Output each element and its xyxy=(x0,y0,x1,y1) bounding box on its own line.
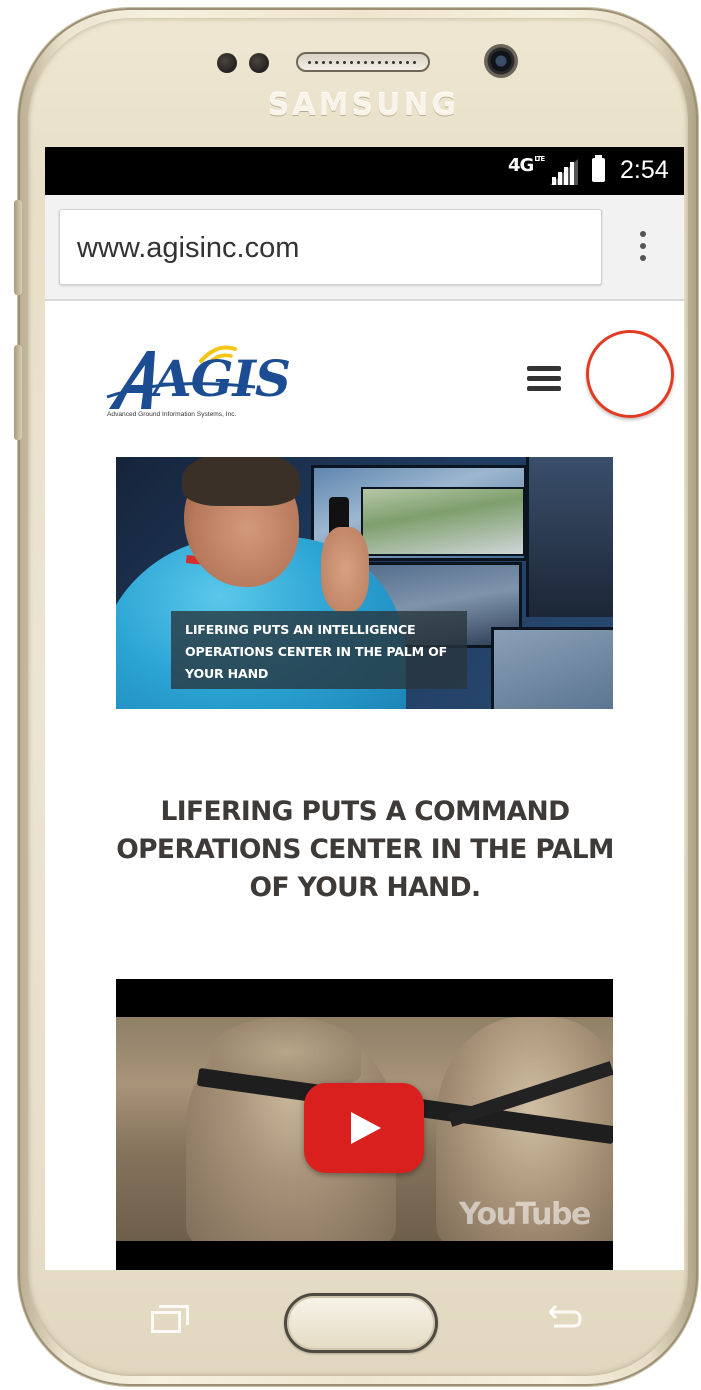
network-type: 4G xyxy=(508,155,534,176)
hamburger-menu-icon[interactable] xyxy=(527,366,561,392)
network-subtype: LTE xyxy=(534,155,545,163)
play-button[interactable] xyxy=(304,1083,424,1173)
light-sensor xyxy=(249,53,269,73)
play-icon xyxy=(351,1112,381,1144)
device-brand: SAMSUNG xyxy=(267,88,460,123)
volume-down-key[interactable] xyxy=(14,345,22,440)
browser-toolbar: www.agisinc.com xyxy=(45,195,684,301)
address-bar[interactable]: www.agisinc.com xyxy=(59,209,602,285)
agis-logo[interactable]: AGIS Advanced Ground Information Systems… xyxy=(105,339,291,423)
youtube-video-embed[interactable]: YouTube xyxy=(116,979,613,1270)
recent-apps-key-icon[interactable] xyxy=(151,1305,191,1335)
front-camera-icon xyxy=(484,44,518,78)
earpiece-speaker xyxy=(296,52,430,72)
status-time: 2:54 xyxy=(620,156,669,184)
network-indicator: 4GLTE xyxy=(508,155,545,176)
address-bar-url: www.agisinc.com xyxy=(77,232,300,264)
web-page: AGIS Advanced Ground Information Systems… xyxy=(45,301,684,1270)
youtube-watermark: YouTube xyxy=(459,1197,591,1232)
logo-wordmark: AGIS xyxy=(153,349,291,408)
status-bar: 4GLTE 2:54 xyxy=(45,147,684,195)
hero-image[interactable]: LIFERING PUTS AN INTELLIGENCE OPERATIONS… xyxy=(116,457,613,709)
volume-up-key[interactable] xyxy=(14,200,22,295)
home-button[interactable] xyxy=(284,1293,438,1353)
battery-icon xyxy=(592,155,605,182)
logo-tagline: Advanced Ground Information Systems, Inc… xyxy=(107,411,237,418)
page-headline: LIFERING PUTS A COMMAND OPERATIONS CENTE… xyxy=(116,796,614,903)
tap-highlight-ring xyxy=(586,330,674,418)
screenshot: SAMSUNG 4GLTE 2:54 www.agisinc.com AGIS … xyxy=(0,0,701,1390)
phone-screen: 4GLTE 2:54 www.agisinc.com AGIS Advanced… xyxy=(45,147,684,1270)
proximity-sensor xyxy=(217,53,237,73)
hero-caption: LIFERING PUTS AN INTELLIGENCE OPERATIONS… xyxy=(171,611,467,689)
signal-strength-icon xyxy=(550,159,578,185)
more-vert-icon[interactable] xyxy=(631,231,655,271)
back-key-icon[interactable] xyxy=(540,1304,584,1334)
